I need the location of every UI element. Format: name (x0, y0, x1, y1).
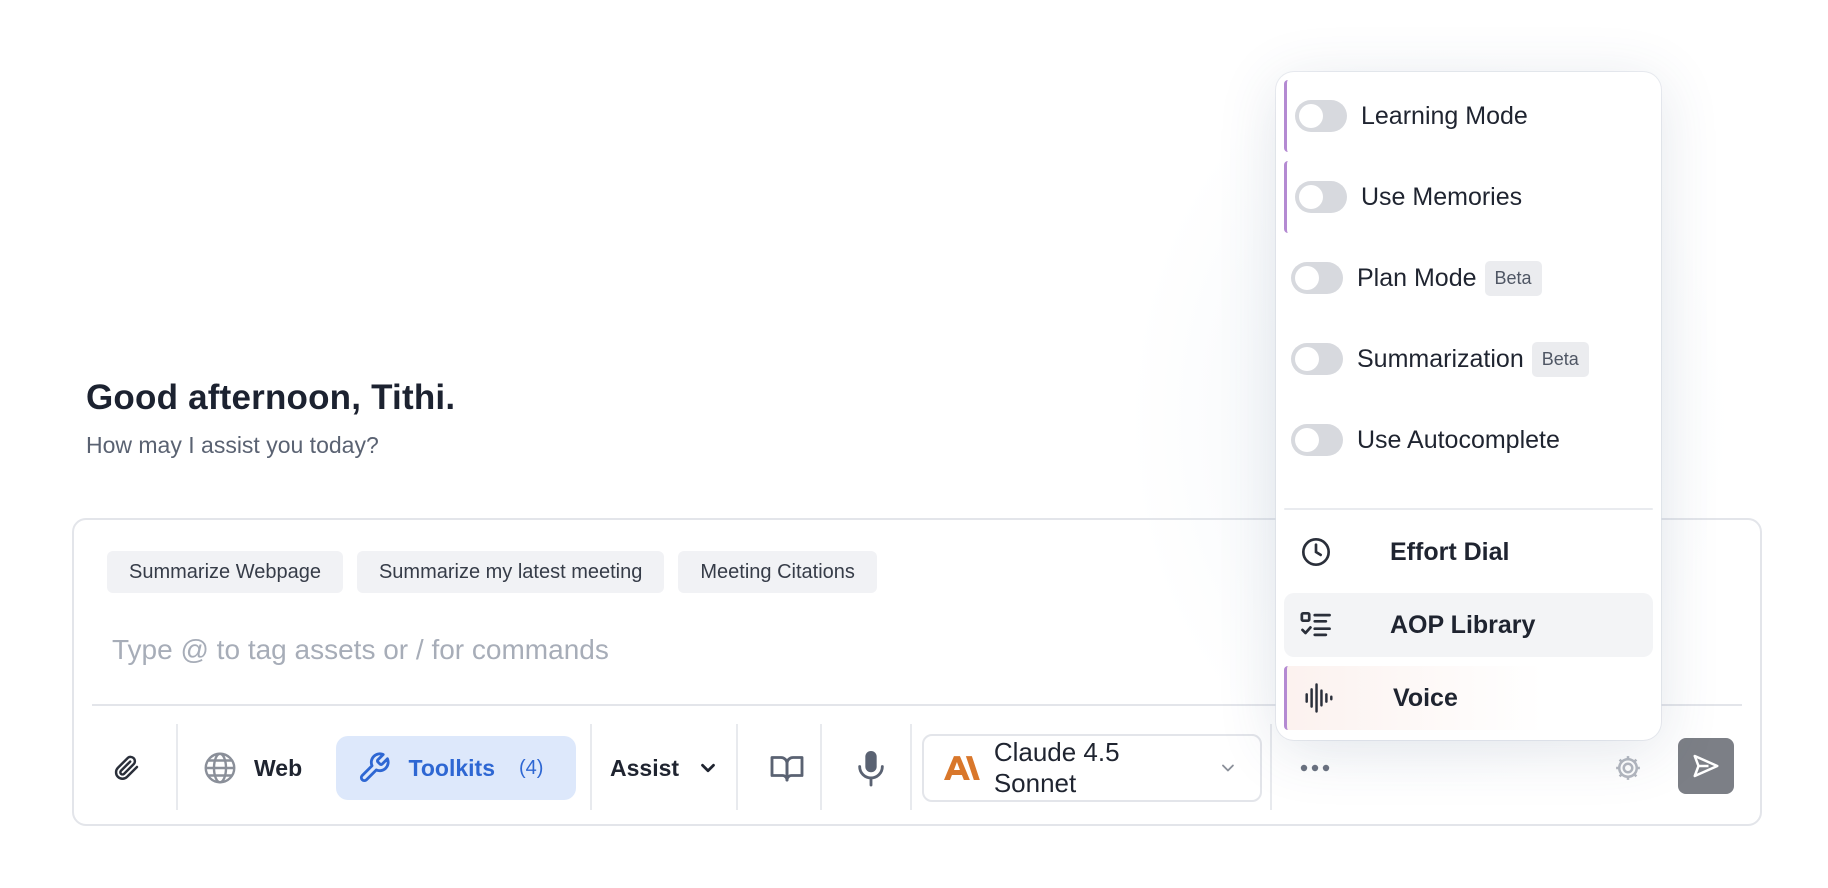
menu-divider (1284, 508, 1653, 510)
toggle-label: Learning Mode (1361, 101, 1528, 130)
toggle-switch[interactable] (1291, 262, 1343, 294)
toggle-row-use-autocomplete[interactable]: Use Autocomplete (1284, 404, 1653, 476)
chevron-down-icon (701, 763, 715, 773)
more-options-button[interactable] (1290, 736, 1340, 800)
toolbar-divider (736, 724, 738, 810)
toolbar-divider (1270, 724, 1272, 810)
globe-icon (204, 752, 236, 784)
toggle-switch[interactable] (1295, 181, 1347, 213)
toggle-row-learning-mode[interactable]: Learning Mode (1284, 80, 1653, 152)
toolbar-divider (820, 724, 822, 810)
chevron-down-icon (1222, 764, 1234, 772)
toolkits-button[interactable]: Toolkits (4) (336, 736, 576, 800)
suggestion-chip-meeting-citations[interactable]: Meeting Citations (678, 551, 877, 593)
model-selector[interactable]: Claude 4.5 Sonnet (922, 734, 1262, 802)
send-icon (1693, 754, 1719, 778)
menu-item-label: Voice (1393, 683, 1458, 712)
microphone-button[interactable] (844, 736, 898, 800)
web-button[interactable]: Web (202, 736, 302, 800)
assist-dropdown[interactable]: Assist (610, 736, 719, 800)
waveform-icon (1287, 682, 1351, 714)
menu-item-effort-dial[interactable]: Effort Dial (1284, 520, 1653, 584)
greeting-subtitle: How may I assist you today? (86, 432, 379, 458)
toggle-label: Use Memories (1361, 182, 1523, 211)
send-button[interactable] (1678, 738, 1734, 794)
attach-button[interactable] (104, 736, 148, 800)
gear-icon (1616, 756, 1640, 780)
microphone-icon (858, 751, 884, 787)
toggle-row-plan-mode[interactable]: Plan Mode Beta (1284, 242, 1653, 314)
toolkits-count: (4) (519, 756, 544, 779)
greeting-title: Good afternoon, Tithi. (86, 378, 456, 417)
menu-item-aop-library[interactable]: AOP Library (1284, 593, 1653, 657)
toggle-row-use-memories[interactable]: Use Memories (1284, 161, 1653, 233)
clock-icon (1284, 536, 1348, 568)
toggle-label: Plan Mode (1357, 263, 1477, 292)
more-dots-icon (1300, 764, 1330, 772)
menu-item-label: Effort Dial (1390, 537, 1510, 566)
beta-badge: Beta (1484, 260, 1542, 296)
model-label: Claude 4.5 Sonnet (993, 737, 1120, 798)
toggle-switch[interactable] (1291, 343, 1343, 375)
toolbar-divider (176, 724, 178, 810)
menu-item-label: AOP Library (1390, 610, 1536, 639)
options-menu: Learning Mode Use Memories Plan Mode Bet… (1276, 72, 1661, 740)
library-button[interactable] (760, 736, 814, 800)
suggestion-chips: Summarize Webpage Summarize my latest me… (107, 551, 877, 593)
menu-item-voice[interactable]: Voice (1284, 666, 1653, 730)
suggestion-chip-summarize-webpage[interactable]: Summarize Webpage (107, 551, 343, 593)
toggle-label: Use Autocomplete (1357, 425, 1560, 454)
app-stage: Good afternoon, Tithi. How may I assist … (0, 0, 1828, 888)
web-label: Web (254, 754, 303, 781)
suggestion-chip-summarize-meeting[interactable]: Summarize my latest meeting (356, 551, 665, 593)
toggle-row-summarization[interactable]: Summarization Beta (1284, 323, 1653, 395)
toolbar-divider (590, 724, 592, 810)
toggle-switch[interactable] (1291, 424, 1343, 456)
paperclip-icon (114, 755, 139, 780)
claude-logo-icon (944, 756, 980, 780)
toolbar-divider (910, 724, 912, 810)
toggle-label: Summarization (1357, 344, 1524, 373)
toggle-switch[interactable] (1295, 100, 1347, 132)
toolkits-label: Toolkits (408, 754, 495, 781)
assist-label: Assist (610, 754, 680, 781)
greeting: Good afternoon, Tithi. How may I assist … (86, 378, 455, 459)
checklist-icon (1284, 611, 1348, 639)
book-open-icon (770, 756, 804, 782)
beta-badge: Beta (1531, 341, 1589, 377)
settings-button[interactable] (1606, 736, 1650, 800)
wrench-icon (359, 752, 390, 783)
